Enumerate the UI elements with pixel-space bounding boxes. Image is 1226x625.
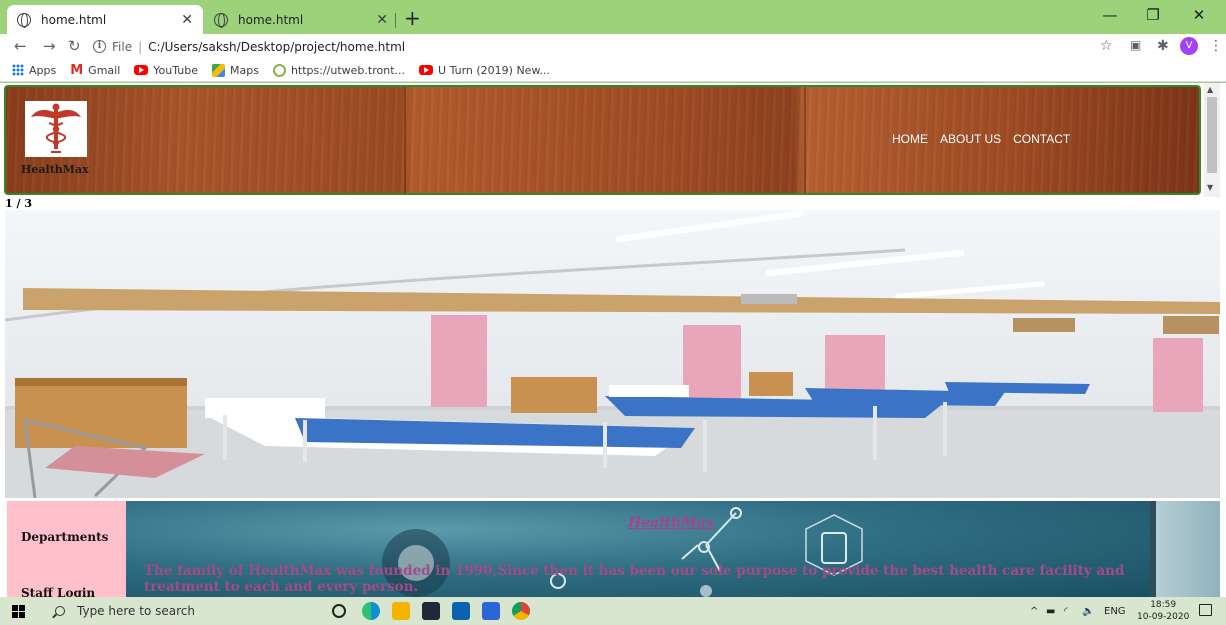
globe-icon	[17, 12, 31, 28]
about-section: HealthMax The family of HealthMax was fo…	[126, 501, 1150, 597]
close-tab-icon[interactable]: ✕	[181, 12, 193, 28]
forward-arrow-icon[interactable]: →	[43, 37, 56, 55]
search-placeholder: Type here to search	[77, 604, 195, 618]
scheme-label: File	[112, 39, 133, 54]
browser-toolbar: ← → ↻ i File | C:/Users/saksh/Desktop/pr…	[0, 34, 1226, 59]
input-language[interactable]: ENG	[1104, 606, 1126, 617]
globe-icon	[214, 12, 228, 28]
tab-home-inactive[interactable]: home.html ✕	[204, 5, 398, 34]
maximize-button[interactable]: ❐	[1138, 6, 1168, 24]
bookmark-gmail[interactable]: M Gmail	[70, 63, 120, 78]
slide-counter: 1 / 3	[5, 197, 32, 210]
tab-title: home.html	[238, 12, 304, 27]
page-viewport: HealthMax HOME ABOUT US CONTACT ▲ ▼ 1 / …	[0, 83, 1226, 597]
maps-icon	[212, 63, 225, 77]
bookmark-maps[interactable]: Maps	[212, 63, 259, 77]
chrome-icon[interactable]	[512, 602, 530, 620]
address-bar[interactable]: i File | C:/Users/saksh/Desktop/project/…	[93, 37, 405, 56]
tab-strip: home.html ✕ home.html ✕ + — ❐ ✕	[0, 0, 1226, 34]
volume-icon[interactable]: 🔈	[1082, 606, 1094, 617]
scrollbar-thumb[interactable]	[1207, 97, 1217, 173]
reload-icon[interactable]: ↻	[68, 37, 81, 55]
sidebar-link-departments[interactable]: Departments	[21, 530, 108, 544]
healthmax-logo[interactable]	[25, 101, 87, 157]
tab-title: home.html	[41, 12, 107, 27]
extension-icon[interactable]: ▣	[1130, 38, 1141, 52]
clock-date: 10-09-2020	[1137, 612, 1190, 622]
header-scrollbar[interactable]: ▲ ▼	[1204, 83, 1220, 197]
bookmark-label: Gmail	[88, 63, 121, 77]
utorrent-icon	[272, 63, 286, 77]
system-clock[interactable]: 18:59 10-09-2020	[1137, 599, 1189, 623]
minimize-button[interactable]: —	[1095, 6, 1125, 24]
bookmark-youtube[interactable]: YouTube	[134, 64, 198, 77]
about-paragraph: The family of HealthMax was founded in 1…	[144, 563, 1125, 595]
scroll-up-arrow-icon[interactable]: ▲	[1207, 85, 1213, 94]
sidebar: Departments Staff Login	[7, 501, 126, 597]
show-hidden-icons-icon[interactable]: ^	[1030, 606, 1038, 617]
scroll-down-arrow-icon[interactable]: ▼	[1207, 183, 1213, 192]
bookmark-label: Maps	[230, 63, 259, 77]
store-icon[interactable]	[422, 602, 440, 620]
wood-seam	[404, 87, 406, 193]
sidebar-link-staff-login[interactable]: Staff Login	[21, 586, 95, 597]
apps-grid-icon	[12, 64, 24, 76]
youtube-icon	[134, 65, 149, 75]
bookmark-utorrent[interactable]: https://utweb.tront...	[272, 63, 406, 77]
puzzle-extensions-icon[interactable]: ✱	[1157, 38, 1169, 54]
bookmark-uturn[interactable]: U Turn (2019) New...	[419, 64, 550, 77]
slideshow-image	[5, 210, 1220, 498]
about-side-border	[1150, 501, 1156, 597]
about-title[interactable]: HealthMax	[628, 515, 714, 531]
address-divider: |	[138, 39, 143, 54]
edge-icon[interactable]	[362, 602, 380, 620]
nav-link-home[interactable]: HOME	[892, 132, 928, 146]
nav-link-about[interactable]: ABOUT US	[940, 132, 1001, 146]
wifi-icon[interactable]: ◜	[1064, 606, 1068, 617]
bookmark-apps[interactable]: Apps	[12, 64, 56, 77]
close-tab-icon[interactable]: ✕	[376, 12, 388, 28]
caduceus-icon	[31, 103, 81, 153]
brand-name: HealthMax	[21, 163, 89, 176]
word-icon[interactable]	[482, 602, 500, 620]
menu-kebab-icon[interactable]: ⋮	[1209, 38, 1223, 54]
bookmark-label: U Turn (2019) New...	[438, 63, 550, 77]
profile-avatar[interactable]: V	[1180, 37, 1198, 55]
info-icon[interactable]: i	[93, 40, 106, 53]
hospital-ward-illustration	[5, 210, 1220, 498]
bookmark-label: YouTube	[153, 63, 198, 77]
tab-separator	[395, 13, 396, 28]
mail-icon[interactable]	[452, 602, 470, 620]
cortana-icon[interactable]	[332, 604, 346, 618]
tab-home-active[interactable]: home.html ✕	[7, 5, 203, 34]
site-header: HealthMax HOME ABOUT US CONTACT	[4, 85, 1201, 195]
about-side-panel	[1150, 501, 1220, 597]
close-window-button[interactable]: ✕	[1184, 6, 1214, 24]
battery-icon[interactable]: ▬	[1046, 606, 1055, 617]
main-nav: HOME ABOUT US CONTACT	[892, 132, 1082, 146]
notifications-icon[interactable]	[1199, 604, 1212, 616]
windows-start-icon[interactable]	[12, 605, 25, 618]
file-explorer-icon[interactable]	[392, 602, 410, 620]
gmail-icon: M	[70, 62, 84, 78]
bookmarks-bar: Apps M Gmail YouTube Maps https://utweb.…	[0, 59, 1226, 82]
bookmark-label: https://utweb.tront...	[290, 63, 406, 77]
nav-link-contact[interactable]: CONTACT	[1013, 132, 1070, 146]
star-bookmark-icon[interactable]: ☆	[1100, 38, 1113, 54]
clock-time: 18:59	[1150, 600, 1177, 610]
url-text: C:/Users/saksh/Desktop/project/home.html	[148, 39, 406, 54]
taskbar-search[interactable]: Type here to search	[41, 600, 301, 622]
wood-seam	[804, 87, 806, 193]
back-arrow-icon[interactable]: ←	[14, 37, 27, 55]
youtube-icon	[419, 65, 434, 75]
search-icon	[55, 606, 65, 616]
bookmark-label: Apps	[29, 63, 57, 77]
new-tab-button[interactable]: +	[404, 6, 421, 30]
taskbar: Type here to search ^ ▬ ◜ 🔈 ENG 18:59 10…	[0, 597, 1226, 625]
